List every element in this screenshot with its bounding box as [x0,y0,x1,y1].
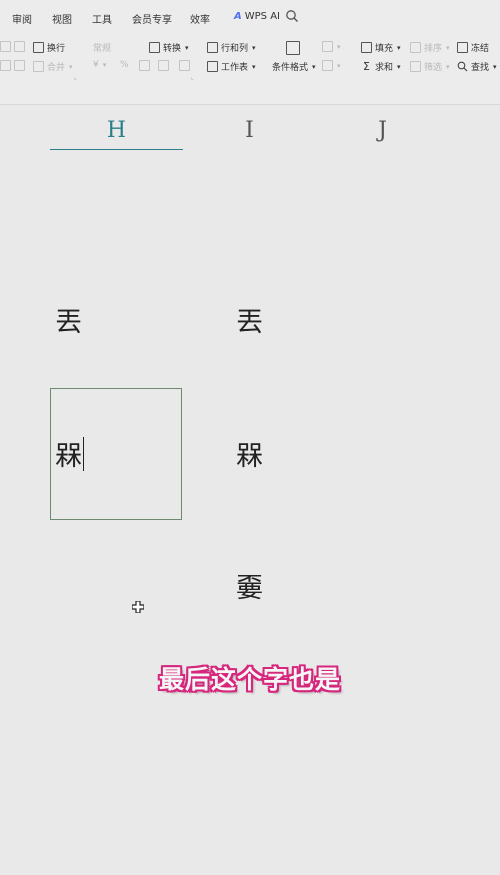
group-expand-icon[interactable]: ⌞ [191,74,194,81]
cell-style-button[interactable]: ▾ [322,60,341,71]
wps-ai-label: WPS AI [244,11,280,22]
sigma-icon: Σ [363,60,370,73]
ribbon-divider [0,104,500,105]
text-caret [83,437,84,471]
table-style-icon [286,41,300,55]
rows-cols-icon [207,42,218,53]
indent-button[interactable] [14,41,25,52]
decrease-decimal-icon [179,60,190,71]
worksheet-icon [207,61,218,72]
merge-icon [33,61,44,72]
tab-tools[interactable]: 工具 [92,11,112,26]
cell-h-row1[interactable]: 丟 [55,308,82,338]
number-format-select[interactable]: 常规 [93,41,111,54]
table-style-button[interactable] [286,41,300,55]
video-subtitle: 最后这个字也是 [158,665,341,694]
fill-button[interactable]: 填充 ▾ [361,41,401,54]
increase-decimal-button[interactable] [158,60,169,71]
align-left-icon [0,41,11,52]
border-icon [322,41,333,52]
tab-view[interactable]: 视图 [52,11,72,26]
decrease-decimal-button[interactable] [179,60,190,71]
chevron-down-icon: ▾ [446,43,450,52]
wrap-text-label: 换行 [47,44,66,54]
cell-style-icon [322,60,333,71]
currency-icon: ¥ [93,60,99,70]
increase-decimal-icon [158,60,169,71]
chevron-down-icon: ▾ [312,62,316,71]
fill-icon [361,42,372,53]
sort-label: 排序 [424,44,443,54]
align-center-button[interactable] [0,60,11,71]
sum-button[interactable]: Σ 求和 ▾ [361,60,401,73]
number-format-label: 常规 [93,44,112,54]
conditional-format-label: 条件格式 [272,63,309,73]
filter-icon [410,61,421,72]
merge-button[interactable]: 合并 ▾ [33,60,73,73]
freeze-icon [457,42,468,53]
conditional-format-button[interactable]: 条件格式 ▾ [272,60,316,74]
column-header-j[interactable]: J [316,118,449,143]
chevron-down-icon: ▾ [102,61,107,69]
worksheet-label: 工作表 [221,63,249,73]
tab-member[interactable]: 会员专享 [132,11,172,26]
cell-h-row2[interactable]: 槑 [55,442,82,472]
chevron-down-icon: ▾ [493,62,497,71]
convert-label: 转换 [163,44,182,54]
find-button[interactable]: 查找 ▾ [457,60,497,73]
cell-i-row2[interactable]: 槑 [236,442,263,472]
percent-button[interactable]: % [120,60,129,70]
chevron-down-icon: ▾ [446,62,450,71]
sum-label: 求和 [375,63,394,73]
wps-ai-logo-icon: A [234,11,242,22]
freeze-label: 冻结 [471,44,490,54]
border-button[interactable]: ▾ [322,41,341,52]
chevron-down-icon: ▾ [252,43,256,52]
chevron-down-icon: ▾ [69,62,73,71]
sort-icon [410,42,421,53]
column-header-h[interactable]: H [50,118,183,143]
chevron-down-icon: ▾ [337,42,341,51]
chevron-down-icon: ▾ [337,61,341,70]
wrap-text-icon [33,42,44,53]
filter-button[interactable]: 筛选 ▾ [410,60,450,73]
cell-i-row1[interactable]: 丟 [236,308,263,338]
chevron-down-icon: ▾ [185,43,189,52]
cell-i-row3[interactable]: 嫑 [236,574,263,604]
chevron-down-icon: ▾ [252,62,256,71]
freeze-button[interactable]: 冻结 [457,41,489,54]
percent-label: % [120,60,129,70]
tab-wps-ai[interactable]: A WPS AI [234,11,280,22]
fill-label: 填充 [375,44,394,54]
column-h-underline [50,149,183,150]
outdent-button[interactable] [14,60,25,71]
currency-button[interactable]: ¥ ▾ [93,60,106,70]
convert-icon [149,42,160,53]
tab-review[interactable]: 审阅 [12,11,32,26]
column-header-i[interactable]: I [183,118,316,143]
chevron-down-icon: ▾ [397,62,401,71]
group-expand-icon[interactable]: ⌞ [74,74,77,81]
find-icon [457,61,468,72]
search-icon[interactable] [285,9,299,23]
indent-icon [14,41,25,52]
rows-cols-label: 行和列 [221,44,249,54]
tab-efficiency[interactable]: 效率 [190,11,210,26]
sort-button[interactable]: 排序 ▾ [410,41,450,54]
crosshair-cursor-icon [132,601,144,613]
align-left-button[interactable] [0,41,11,52]
filter-label: 筛选 [424,63,443,73]
worksheet-button[interactable]: 工作表 ▾ [207,60,256,73]
find-label: 查找 [471,63,490,73]
outdent-icon [14,60,25,71]
chevron-down-icon: ▾ [397,43,401,52]
align-center-icon [0,60,11,71]
thousands-icon [139,60,150,71]
merge-label: 合并 [47,63,66,73]
convert-button[interactable]: 转换 ▾ [149,41,189,54]
thousands-button[interactable] [139,60,150,71]
rows-cols-button[interactable]: 行和列 ▾ [207,41,256,54]
wrap-text-button[interactable]: 换行 [33,41,65,54]
